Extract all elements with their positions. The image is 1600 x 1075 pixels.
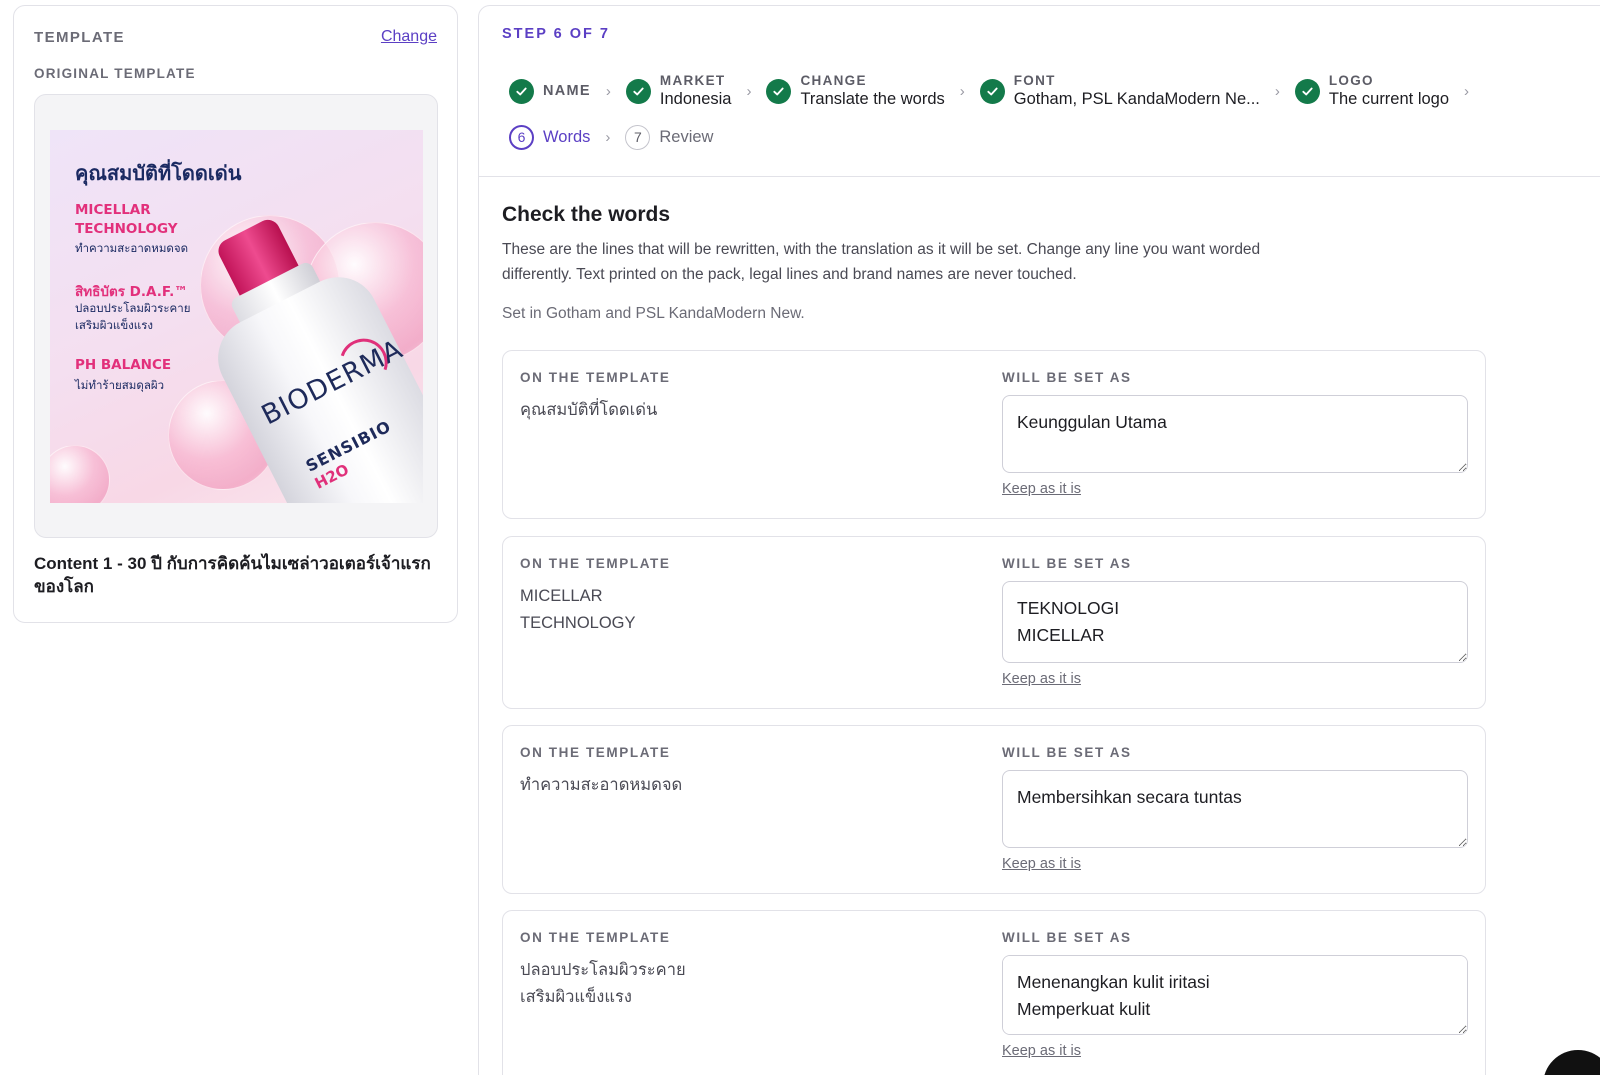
step-market-value: Indonesia: [659, 90, 732, 108]
keep-as-is-link[interactable]: Keep as it is: [1002, 481, 1081, 497]
original-text: ทำความสะอาดหมดจด: [520, 776, 683, 794]
translated-column: WILL BE SET AS Keep as it is: [1002, 556, 1472, 688]
step-words-label: Words: [543, 127, 591, 146]
translation-input[interactable]: [1002, 581, 1468, 663]
section-description: These are the lines that will be rewritt…: [502, 241, 1261, 283]
translated-label: WILL BE SET AS: [1002, 370, 1132, 385]
step-counter: STEP 6 OF 7: [502, 26, 610, 42]
translated-label: WILL BE SET AS: [1002, 930, 1132, 945]
translation-input[interactable]: [1002, 955, 1468, 1035]
template-panel-header: TEMPLATE Change: [34, 28, 437, 46]
thumb-line1a: MICELLAR: [75, 202, 151, 218]
template-panel: TEMPLATE Change ORIGINAL TEMPLATE BIODER…: [13, 5, 458, 623]
original-label: ON THE TEMPLATE: [520, 930, 671, 945]
stepper-row: NAME › MARKET Indonesia › CHANGE Transla…: [509, 70, 1600, 112]
template-thumbnail-frame: BIODERMA SENSIBIO H2O คุณสมบัติที่โดดเด่…: [34, 94, 438, 538]
check-icon: [509, 78, 534, 104]
step-logo-value: The current logo: [1328, 90, 1450, 108]
thumb-line3: PH BALANCE: [75, 357, 172, 373]
chevron-right-icon: ›: [1464, 82, 1470, 100]
chevron-right-icon: ›: [605, 82, 611, 100]
step-words-number: 6: [509, 124, 534, 150]
thumb-line2: สิทธิบัตร D.A.F.™: [75, 284, 188, 300]
template-caption: Content 1 - 30 ปี กับการคิดค้นไมเซล่าวอเ…: [34, 554, 431, 596]
translation-input[interactable]: [1002, 770, 1468, 848]
step-market-title: MARKET: [659, 73, 726, 88]
original-column: ON THE TEMPLATE คุณสมบัติที่โดดเด่น: [520, 370, 980, 424]
font-note: Set in Gotham and PSL KandaModern New.: [502, 305, 805, 322]
keep-as-is-link[interactable]: Keep as it is: [1002, 671, 1081, 687]
step-review-number: 7: [625, 124, 651, 150]
word-row: ON THE TEMPLATE ปลอบประโลมผิวระคาย เสริม…: [502, 910, 1486, 1075]
original-template-label: ORIGINAL TEMPLATE: [34, 66, 196, 81]
words-section: Check the words These are the lines that…: [502, 203, 1502, 323]
original-label: ON THE TEMPLATE: [520, 370, 671, 385]
step-logo[interactable]: LOGO The current logo: [1294, 73, 1450, 109]
original-label: ON THE TEMPLATE: [520, 556, 671, 571]
section-title: Check the words: [502, 203, 671, 226]
original-text: MICELLAR TECHNOLOGY: [520, 587, 636, 632]
stepper-row-2: 6 Words › 7 Review: [509, 116, 1600, 158]
check-icon: [625, 78, 651, 104]
thumb-line2-sub-b: เสริมผิวแข็งแรง: [75, 318, 153, 332]
chevron-right-icon: ›: [746, 82, 752, 100]
original-column: ON THE TEMPLATE ปลอบประโลมผิวระคาย เสริม…: [520, 930, 980, 1011]
original-column: ON THE TEMPLATE ทำความสะอาดหมดจด: [520, 745, 980, 799]
original-column: ON THE TEMPLATE MICELLAR TECHNOLOGY: [520, 556, 980, 637]
step-change-value: Translate the words: [800, 90, 945, 108]
step-review[interactable]: 7 Review: [625, 124, 714, 150]
chevron-right-icon: ›: [605, 128, 611, 146]
thumb-line2-sub-a: ปลอบประโลมผิวระคาย: [75, 301, 191, 315]
word-row: ON THE TEMPLATE คุณสมบัติที่โดดเด่น WILL…: [502, 350, 1486, 519]
word-row: ON THE TEMPLATE ทำความสะอาดหมดจด WILL BE…: [502, 725, 1486, 894]
chevron-right-icon: ›: [959, 82, 965, 100]
thumb-headline: คุณสมบัติที่โดดเด่น: [75, 161, 242, 185]
step-change-title: CHANGE: [800, 73, 867, 88]
check-icon: [766, 78, 792, 104]
word-row: ON THE TEMPLATE MICELLAR TECHNOLOGY WILL…: [502, 536, 1486, 709]
check-icon: [979, 78, 1005, 104]
step-font[interactable]: FONT Gotham, PSL KandaModern Ne...: [979, 73, 1260, 109]
original-text: คุณสมบัติที่โดดเด่น: [520, 401, 658, 419]
step-words[interactable]: 6 Words: [509, 124, 591, 150]
translated-label: WILL BE SET AS: [1002, 556, 1132, 571]
keep-as-is-link[interactable]: Keep as it is: [1002, 1043, 1081, 1059]
translated-column: WILL BE SET AS Keep as it is: [1002, 370, 1472, 498]
step-name-title: NAME: [543, 83, 591, 99]
thumb-line1b: TECHNOLOGY: [75, 221, 178, 237]
thumb-line3-sub: ไม่ทำร้ายสมดุลผิว: [75, 378, 165, 392]
template-panel-title: TEMPLATE: [34, 28, 125, 46]
step-name[interactable]: NAME: [509, 78, 591, 104]
step-market[interactable]: MARKET Indonesia: [625, 73, 732, 109]
translated-label: WILL BE SET AS: [1002, 745, 1132, 760]
stepper: NAME › MARKET Indonesia › CHANGE Transla…: [509, 70, 1600, 158]
bubble-decoration: [50, 445, 110, 503]
translated-column: WILL BE SET AS Keep as it is: [1002, 745, 1472, 873]
step-font-value: Gotham, PSL KandaModern Ne...: [1013, 90, 1260, 108]
translation-input[interactable]: [1002, 395, 1468, 473]
original-label: ON THE TEMPLATE: [520, 745, 671, 760]
step-font-title: FONT: [1013, 73, 1056, 88]
check-icon: [1294, 78, 1320, 104]
translated-column: WILL BE SET AS Keep as it is: [1002, 930, 1472, 1060]
change-template-link[interactable]: Change: [381, 28, 437, 46]
step-change[interactable]: CHANGE Translate the words: [766, 73, 945, 109]
original-text: ปลอบประโลมผิวระคาย เสริมผิวแข็งแรง: [520, 961, 686, 1006]
keep-as-is-link[interactable]: Keep as it is: [1002, 856, 1081, 872]
thumb-line1-sub: ทำความสะอาดหมดจด: [75, 241, 189, 255]
step-logo-title: LOGO: [1328, 73, 1374, 88]
step-review-label: Review: [659, 127, 714, 146]
wizard-panel: STEP 6 OF 7 NAME › MARKET Indonesia › CH…: [478, 5, 1600, 1075]
divider: [479, 176, 1600, 177]
chevron-right-icon: ›: [1274, 82, 1280, 100]
template-thumbnail: BIODERMA SENSIBIO H2O คุณสมบัติที่โดดเด่…: [50, 130, 423, 503]
